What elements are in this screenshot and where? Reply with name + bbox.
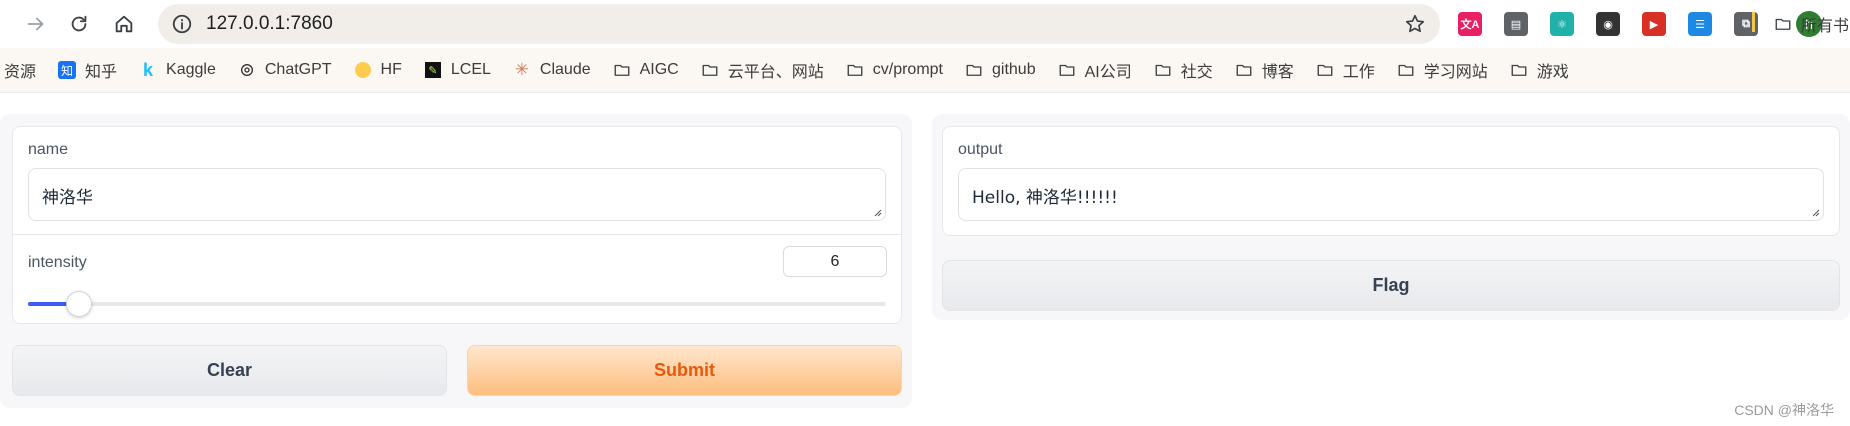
folder-icon	[1235, 61, 1253, 79]
bookmark-label: 云平台、网站	[727, 64, 824, 81]
robot-extension-icon[interactable]: ◉	[1596, 12, 1620, 36]
folder-icon	[1058, 61, 1076, 79]
bookmark-item[interactable]: k Kaggle	[139, 59, 216, 80]
output-label: output	[958, 141, 1003, 158]
folder-icon	[1397, 61, 1415, 79]
form-divider	[13, 234, 901, 235]
claude-icon: ✳	[514, 60, 530, 79]
bookmark-label: Claude	[539, 61, 591, 78]
bookmark-label: 社交	[1180, 64, 1213, 81]
slider-thumb[interactable]	[66, 291, 93, 317]
name-label: name	[28, 141, 69, 158]
bookmark-item[interactable]: AIGC	[613, 61, 679, 79]
folder-icon	[1510, 61, 1528, 79]
submit-button[interactable]: Submit	[467, 345, 902, 396]
bookmark-item[interactable]: cv/prompt	[846, 61, 943, 79]
bookmark-label: HF	[380, 61, 402, 78]
all-bookmarks-label: 所有书	[1801, 18, 1850, 35]
home-icon[interactable]	[104, 4, 144, 44]
site-info-icon[interactable]	[170, 12, 194, 36]
outputs-column: output Hello, 神洛华!!!!!! Flag	[932, 114, 1850, 320]
chrome-divider	[0, 92, 1850, 93]
video-extension-icon[interactable]: ▶	[1642, 12, 1666, 36]
bookmark-star-icon[interactable]	[1404, 13, 1426, 35]
bookmark-label: Kaggle	[166, 61, 216, 78]
output-textbox[interactable]: Hello, 神洛华!!!!!!	[958, 168, 1824, 221]
lcel-icon: ✎	[424, 61, 442, 79]
bookmarks-bar: 资源 知知乎 k Kaggle ChatGPT HF ✎ LCEL ✳ Claude AIGC 云平台…	[0, 48, 1850, 92]
folder-icon	[701, 61, 719, 79]
bookmark-label: cv/prompt	[872, 61, 943, 78]
bookmark-item[interactable]: 资源	[4, 58, 36, 82]
bookmarks-separator	[1752, 12, 1755, 32]
bookmark-label: ChatGPT	[264, 61, 332, 78]
url-text[interactable]: 127.0.0.1:7860	[206, 13, 333, 35]
folder-icon	[1154, 61, 1172, 79]
folder-icon	[1774, 15, 1792, 33]
bookmark-label: github	[992, 61, 1036, 78]
folder-icon	[613, 61, 631, 79]
bookmark-label: AIGC	[639, 61, 679, 78]
reader-extension-icon[interactable]: ☰	[1688, 12, 1712, 36]
kaggle-icon: k	[143, 59, 154, 80]
watermark: CSDN @神洛华	[1734, 402, 1834, 418]
openai-icon	[238, 61, 256, 79]
bookmark-item[interactable]: 工作	[1316, 58, 1375, 82]
bookmark-label: 学习网站	[1423, 64, 1488, 81]
address-bar[interactable]: 127.0.0.1:7860	[158, 4, 1440, 44]
output-value[interactable]: Hello, 神洛华!!!!!!	[972, 188, 1118, 208]
folder-icon	[965, 61, 983, 79]
bookmark-item[interactable]: 社交	[1154, 58, 1213, 82]
intensity-number-input[interactable]: 6	[783, 246, 887, 277]
bookmark-item[interactable]: 博客	[1235, 58, 1294, 82]
clear-button[interactable]: Clear	[12, 345, 447, 396]
intensity-slider[interactable]	[28, 291, 886, 317]
intensity-value[interactable]: 6	[831, 253, 840, 271]
inputs-column: name 神洛华 intensity 6 Clear Submit	[0, 114, 912, 408]
bookmark-item[interactable]: HF	[354, 61, 402, 79]
name-value[interactable]: 神洛华	[42, 188, 93, 208]
bookmark-label: 博客	[1261, 64, 1294, 81]
bookmark-item[interactable]: 学习网站	[1397, 58, 1488, 82]
bookmark-label: 工作	[1342, 64, 1375, 81]
bookmark-label: 游戏	[1536, 64, 1569, 81]
output-panel: output Hello, 神洛华!!!!!!	[942, 126, 1840, 236]
bookmark-item[interactable]: AI公司	[1058, 58, 1132, 82]
bookmark-item[interactable]: 知知乎	[58, 58, 117, 82]
bookmark-item[interactable]: 游戏	[1510, 58, 1569, 82]
bookmark-item[interactable]: ChatGPT	[238, 61, 332, 79]
reload-icon[interactable]	[59, 4, 99, 44]
huggingface-icon	[354, 61, 372, 79]
inputs-form: name 神洛华 intensity 6	[12, 126, 902, 324]
zhihu-icon: 知	[58, 61, 77, 79]
bookmark-label: AI公司	[1084, 64, 1132, 81]
bookmark-label: 知乎	[85, 64, 118, 81]
bookmark-item[interactable]: github	[965, 61, 1036, 79]
media-extension-icon[interactable]: ▤	[1504, 12, 1528, 36]
bookmark-item[interactable]: ✳ Claude	[513, 60, 591, 79]
extension-icons: 文A ▤ ⚛ ◉ ▶ ☰ ⧉	[1458, 8, 1780, 40]
folder-icon	[846, 61, 864, 79]
intensity-label: intensity	[28, 254, 87, 271]
bookmark-label: LCEL	[450, 61, 491, 78]
browser-toolbar: 127.0.0.1:7860 文A ▤ ⚛ ◉ ▶ ☰ ⧉ h	[0, 0, 1850, 48]
all-bookmarks[interactable]: 所有书	[1774, 12, 1849, 36]
react-devtools-icon[interactable]: ⚛	[1550, 12, 1574, 36]
flag-button[interactable]: Flag	[942, 260, 1840, 311]
bookmark-item[interactable]: 云平台、网站	[701, 58, 824, 82]
bookmark-label: 资源	[4, 64, 37, 81]
forward-icon[interactable]	[16, 4, 56, 44]
resize-handle-icon[interactable]	[1810, 207, 1820, 217]
name-textbox[interactable]: 神洛华	[28, 168, 886, 221]
translate-extension-icon[interactable]: 文A	[1458, 12, 1482, 36]
resize-handle-icon[interactable]	[872, 207, 882, 217]
bookmark-item[interactable]: ✎ LCEL	[424, 61, 491, 79]
folder-icon	[1316, 61, 1334, 79]
